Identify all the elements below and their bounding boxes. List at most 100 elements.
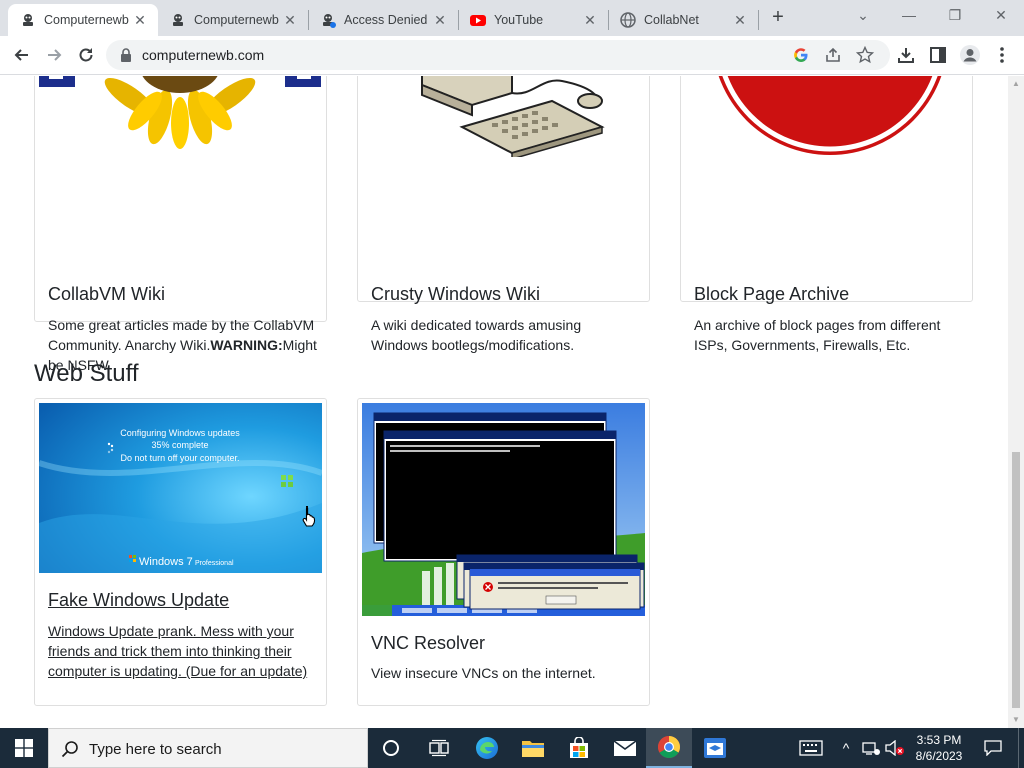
scrollbar-thumb[interactable]	[1012, 452, 1020, 708]
windows7-brand: Windows 7	[139, 556, 193, 568]
card-description-link[interactable]: Windows Update prank. Mess with your fri…	[48, 621, 320, 681]
tab-computernewb-1[interactable]: Computernewb ✕	[8, 4, 158, 36]
card-description: A wiki dedicated towards amusing Windows…	[371, 317, 582, 353]
clock-time: 3:53 PM	[916, 733, 962, 747]
action-center-button[interactable]	[978, 728, 1008, 768]
forward-button[interactable]	[40, 41, 68, 69]
tab-strip: Computernewb ✕ Computernewb ✕ Access Den…	[0, 0, 1024, 36]
notification-icon	[984, 740, 1002, 756]
scroll-down-arrow-icon[interactable]: ▼	[1012, 716, 1020, 724]
tab-collabnet[interactable]: CollabNet ✕	[608, 4, 758, 36]
side-panel-icon	[930, 47, 946, 63]
share-icon[interactable]	[824, 46, 842, 64]
reload-button[interactable]	[72, 41, 100, 69]
restore-button[interactable]: ❐	[932, 0, 978, 32]
close-window-button[interactable]: ✕	[978, 0, 1024, 32]
card-description: An archive of block pages from different…	[694, 317, 941, 353]
tab-title: Computernewb	[194, 13, 279, 27]
hand-pointer-cursor-icon	[302, 505, 316, 527]
tab-youtube[interactable]: YouTube ✕	[458, 4, 608, 36]
computernewb-favicon-icon	[23, 14, 33, 26]
update-line3: Do not turn off your computer.	[121, 453, 240, 463]
page-viewport: CollabVM Wiki Some great articles made b…	[0, 76, 1008, 728]
card-title: VNC Resolver	[371, 633, 486, 653]
tray-show-hidden-icons[interactable]: ^	[838, 728, 854, 768]
chrome-menu-button[interactable]	[988, 41, 1016, 69]
forward-arrow-icon	[48, 49, 62, 61]
tab-close-icon[interactable]: ✕	[132, 12, 148, 28]
minimize-button[interactable]: —	[886, 0, 932, 32]
taskbar-edge[interactable]	[464, 728, 510, 768]
bookmark-star-icon[interactable]	[856, 46, 874, 64]
section-heading-web-stuff: Web Stuff	[34, 360, 139, 387]
card-collabvm-wiki[interactable]: CollabVM Wiki Some great articles made b…	[34, 76, 327, 373]
taskbar-store[interactable]	[556, 728, 602, 768]
scroll-up-arrow-icon[interactable]: ▲	[1012, 80, 1020, 88]
show-desktop-button[interactable]	[1018, 728, 1024, 768]
computernewb-favicon-icon	[173, 14, 183, 26]
tab-close-icon[interactable]: ✕	[432, 12, 448, 28]
app-window-icon	[704, 738, 726, 758]
taskbar-chrome[interactable]	[646, 728, 692, 768]
side-panel-button[interactable]	[924, 41, 952, 69]
tab-search-chevron-icon[interactable]: ⌄	[840, 0, 886, 32]
tab-close-icon[interactable]: ✕	[732, 12, 748, 28]
keyboard-icon	[799, 740, 823, 756]
clock-date: 8/6/2023	[915, 749, 963, 763]
taskbar-mail[interactable]	[602, 728, 648, 768]
tab-separator	[758, 10, 759, 30]
taskbar-file-explorer[interactable]	[510, 728, 556, 768]
computernewb-favicon-icon	[323, 14, 336, 28]
taskbar-search-box[interactable]: Type here to search	[48, 728, 368, 768]
card-vnc-resolver[interactable]: VNC Resolver View insecure VNCs on the i…	[357, 398, 650, 706]
browser-toolbar: computernewb.com	[0, 36, 1024, 75]
tray-network[interactable]	[860, 728, 882, 768]
address-bar[interactable]: computernewb.com	[106, 40, 890, 70]
volume-muted-icon	[885, 740, 904, 756]
back-button[interactable]	[8, 41, 36, 69]
download-icon	[898, 48, 914, 63]
chrome-icon	[658, 736, 680, 758]
kebab-menu-icon	[1000, 47, 1004, 63]
new-tab-button[interactable]: +	[766, 6, 790, 30]
youtube-icon	[470, 15, 486, 26]
card-crusty-windows-wiki[interactable]: Crusty Windows Wiki A wiki dedicated tow…	[357, 76, 650, 353]
tab-title: Computernewb	[44, 13, 129, 27]
tray-volume-muted[interactable]	[884, 728, 906, 768]
tab-access-denied[interactable]: Access Denied ✕	[308, 4, 458, 36]
warning-label: WARNING:	[210, 337, 283, 353]
vnc-screenshot-image	[362, 403, 645, 616]
tab-computernewb-2[interactable]: Computernewb ✕	[158, 4, 308, 36]
profile-button[interactable]	[956, 41, 984, 69]
taskbar-app-window[interactable]	[692, 728, 738, 768]
card-fake-windows-update[interactable]: Configuring Windows updates 35% complete…	[34, 398, 327, 706]
tab-close-icon[interactable]: ✕	[582, 12, 598, 28]
cortana-button[interactable]	[368, 728, 414, 768]
task-view-icon	[429, 739, 449, 757]
windows7-update-screenshot: Configuring Windows updates 35% complete…	[39, 403, 322, 573]
start-button[interactable]	[0, 728, 48, 768]
back-arrow-icon	[14, 49, 28, 61]
store-bag-icon	[570, 737, 588, 758]
search-placeholder: Type here to search	[89, 741, 222, 758]
windows7-edition: Professional	[195, 560, 234, 567]
card-title: Crusty Windows Wiki	[371, 284, 541, 304]
card-block-page-archive[interactable]: Block Page Archive An archive of block p…	[680, 76, 973, 353]
url-text: computernewb.com	[142, 47, 265, 63]
tray-keyboard[interactable]	[796, 728, 826, 768]
cortana-circle-icon	[383, 740, 399, 756]
tab-close-icon[interactable]: ✕	[282, 12, 298, 28]
stop-sign-image	[685, 76, 968, 157]
card-title-link[interactable]: Fake Windows Update	[48, 590, 229, 611]
network-icon	[862, 742, 880, 755]
task-view-button[interactable]	[416, 728, 462, 768]
tab-title: CollabNet	[644, 13, 699, 27]
update-line1: Configuring Windows updates	[120, 428, 240, 438]
downloads-button[interactable]	[892, 41, 920, 69]
page-scrollbar[interactable]: ▲ ▼	[1008, 76, 1024, 728]
card-description: View insecure VNCs on the internet.	[371, 665, 596, 681]
tab-title: Access Denied	[344, 13, 428, 27]
tab-title: YouTube	[494, 13, 544, 27]
taskbar-clock[interactable]: 3:53 PM 8/6/2023	[904, 732, 974, 764]
google-lens-icon[interactable]	[792, 46, 810, 64]
